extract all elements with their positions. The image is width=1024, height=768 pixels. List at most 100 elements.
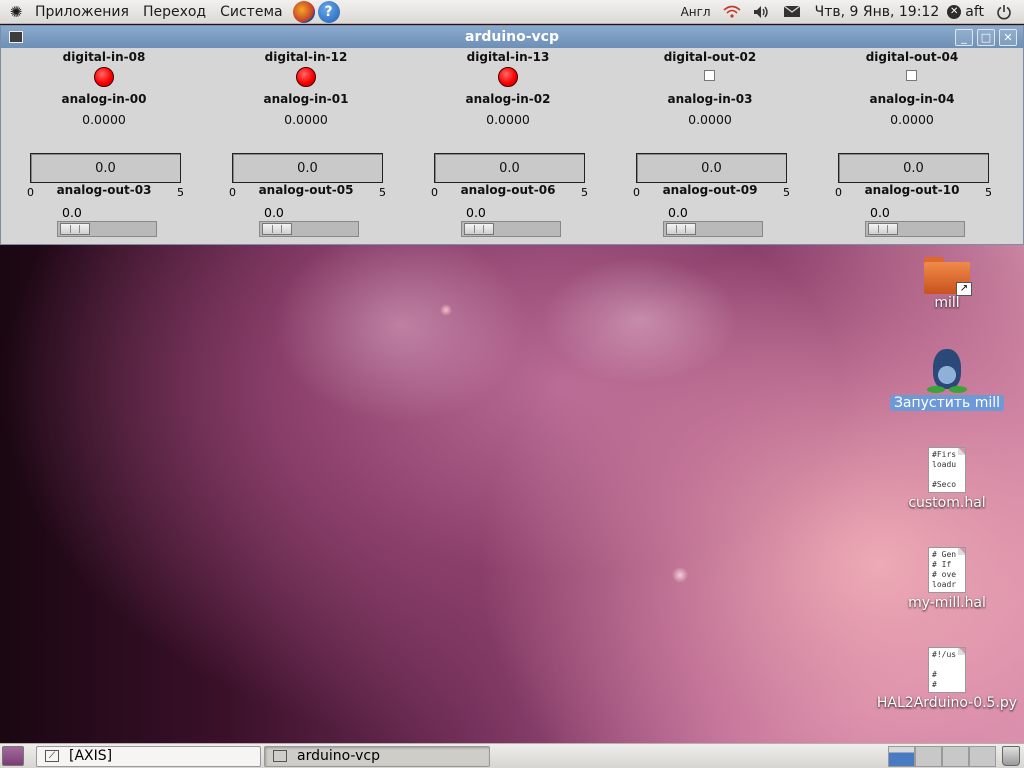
analog-in-value: 0.0000 xyxy=(486,112,530,127)
menu-system[interactable]: Система xyxy=(213,0,289,24)
desktop-icon-label: mill xyxy=(934,295,960,311)
mail-icon[interactable] xyxy=(783,5,801,18)
analog-in-bar: 0.0 xyxy=(838,153,989,183)
digital-input-led xyxy=(296,67,316,87)
digital-output-checkbox[interactable] xyxy=(906,70,917,81)
window-title: arduino-vcp xyxy=(465,29,559,45)
wifi-icon[interactable] xyxy=(723,5,741,19)
analog-out-slider[interactable] xyxy=(663,221,763,237)
close-button[interactable]: ✕ xyxy=(999,28,1017,46)
window-menu-icon[interactable] xyxy=(9,31,23,43)
desktop-icon-custom-hal[interactable]: #Firs loadu #Seco custom.hal xyxy=(877,447,1017,511)
analog-in-bar: 0.0 xyxy=(232,153,383,183)
analog-in-bar: 0.0 xyxy=(30,153,181,183)
vcp-column: digital-in-08 analog-in-00 0.0000 0.0 0 … xyxy=(3,48,205,244)
analog-in-bar-value: 0.0 xyxy=(297,160,318,176)
workspace-4[interactable] xyxy=(969,745,996,767)
slider-thumb[interactable] xyxy=(464,223,494,235)
ubuntu-logo-icon[interactable]: ✺ xyxy=(4,0,28,24)
digital-input-led xyxy=(94,67,114,87)
desktop-icon-mill[interactable]: ↗ mill xyxy=(877,255,1017,311)
vcp-column: digital-in-13 analog-in-02 0.0000 0.0 0 … xyxy=(407,48,609,244)
python-file-icon: #!/us # # xyxy=(928,647,966,693)
menu-places[interactable]: Переход xyxy=(136,0,213,24)
user-menu[interactable]: ✕ aft xyxy=(947,4,984,20)
workspace-switcher xyxy=(888,745,996,767)
taskbar-item-label: [AXIS] xyxy=(69,748,113,764)
desktop-icon-label: HAL2Arduino-0.5.py xyxy=(876,695,1018,711)
analog-in-value: 0.0000 xyxy=(890,112,934,127)
linuxcnc-launcher-icon xyxy=(925,347,969,393)
analog-in-value: 0.0000 xyxy=(284,112,328,127)
analog-out-label: analog-out-09 xyxy=(662,183,758,197)
text-file-icon: #Firs loadu #Seco xyxy=(928,447,966,493)
help-icon[interactable]: ? xyxy=(317,0,340,23)
digital-pin-label: digital-in-08 xyxy=(62,50,146,64)
analog-out-slider[interactable] xyxy=(259,221,359,237)
analog-in-bar-value: 0.0 xyxy=(499,160,520,176)
taskbar-item-axis[interactable]: ⟋ [AXIS] xyxy=(36,745,261,767)
vcp-column: digital-out-04 analog-in-04 0.0000 0.0 0… xyxy=(811,48,1013,244)
slider-thumb[interactable] xyxy=(666,223,696,235)
keyboard-layout-indicator[interactable]: Англ xyxy=(681,5,711,19)
analog-in-value: 0.0000 xyxy=(688,112,732,127)
digital-output-checkbox[interactable] xyxy=(704,70,715,81)
slider-thumb[interactable] xyxy=(60,223,90,235)
analog-in-bar-value: 0.0 xyxy=(701,160,722,176)
analog-in-label: analog-in-01 xyxy=(263,92,349,106)
user-status-icon: ✕ xyxy=(947,4,962,19)
taskbar-item-label: arduino-vcp xyxy=(297,748,380,764)
analog-out-value: 0.0 xyxy=(264,205,284,220)
slider-thumb[interactable] xyxy=(868,223,898,235)
minimize-button[interactable]: _ xyxy=(955,28,973,46)
analog-in-value: 0.0000 xyxy=(82,112,126,127)
analog-out-label: analog-out-03 xyxy=(56,183,152,197)
bottom-panel: ⟋ [AXIS] arduino-vcp xyxy=(0,743,1024,768)
analog-in-bar-value: 0.0 xyxy=(903,160,924,176)
power-icon[interactable] xyxy=(996,4,1012,20)
workspace-1[interactable] xyxy=(888,745,915,767)
digital-pin-label: digital-out-04 xyxy=(865,50,959,64)
analog-in-bar-value: 0.0 xyxy=(95,160,116,176)
workspace-3[interactable] xyxy=(942,745,969,767)
analog-in-label: analog-in-00 xyxy=(61,92,147,106)
text-file-icon: # Gen # If # ove loadr xyxy=(928,547,966,593)
volume-icon[interactable] xyxy=(753,5,771,19)
slider-thumb[interactable] xyxy=(262,223,292,235)
main-menu: ✺ Приложения Переход Система ? xyxy=(0,0,340,24)
analog-in-bar: 0.0 xyxy=(636,153,787,183)
analog-in-label: analog-in-04 xyxy=(869,92,955,106)
desktop-icon-hal2arduino-py[interactable]: #!/us # # HAL2Arduino-0.5.py xyxy=(877,647,1017,711)
analog-in-label: analog-in-03 xyxy=(667,92,753,106)
firefox-icon[interactable] xyxy=(292,0,315,23)
system-tray: Англ Чтв, 9 Янв, 19:12 ✕ aft xyxy=(675,0,1024,24)
analog-out-slider[interactable] xyxy=(865,221,965,237)
trash-icon[interactable] xyxy=(1002,746,1020,766)
clock[interactable]: Чтв, 9 Янв, 19:12 xyxy=(815,4,940,20)
menu-applications[interactable]: Приложения xyxy=(28,0,136,24)
window-app-icon xyxy=(273,750,287,762)
desktop-icon-label: custom.hal xyxy=(908,495,986,511)
desktop-icon-label: Запустить mill xyxy=(889,395,1005,411)
analog-out-value: 0.0 xyxy=(668,205,688,220)
analog-out-label: analog-out-05 xyxy=(258,183,354,197)
digital-pin-label: digital-in-13 xyxy=(466,50,550,64)
analog-out-slider[interactable] xyxy=(57,221,157,237)
analog-in-label: analog-in-02 xyxy=(465,92,551,106)
taskbar-item-arduino-vcp[interactable]: arduino-vcp xyxy=(264,745,490,767)
desktop-icon-my-mill-hal[interactable]: # Gen # If # ove loadr my-mill.hal xyxy=(877,547,1017,611)
analog-out-slider[interactable] xyxy=(461,221,561,237)
top-panel: ✺ Приложения Переход Система ? Англ Чтв,… xyxy=(0,0,1024,24)
desktop-icon-launch-mill[interactable]: Запустить mill xyxy=(877,347,1017,411)
desktop-icon-label: my-mill.hal xyxy=(908,595,986,611)
vcp-panel: digital-in-08 analog-in-00 0.0000 0.0 0 … xyxy=(1,48,1023,244)
vcp-column: digital-out-02 analog-in-03 0.0000 0.0 0… xyxy=(609,48,811,244)
window-titlebar[interactable]: arduino-vcp _ □ ✕ xyxy=(1,26,1023,48)
workspace-2[interactable] xyxy=(915,745,942,767)
user-name: aft xyxy=(965,3,984,20)
show-desktop-button[interactable] xyxy=(2,746,24,766)
maximize-button[interactable]: □ xyxy=(977,28,995,46)
folder-icon: ↗ xyxy=(924,255,972,296)
analog-out-label: analog-out-06 xyxy=(460,183,556,197)
analog-in-bar: 0.0 xyxy=(434,153,585,183)
